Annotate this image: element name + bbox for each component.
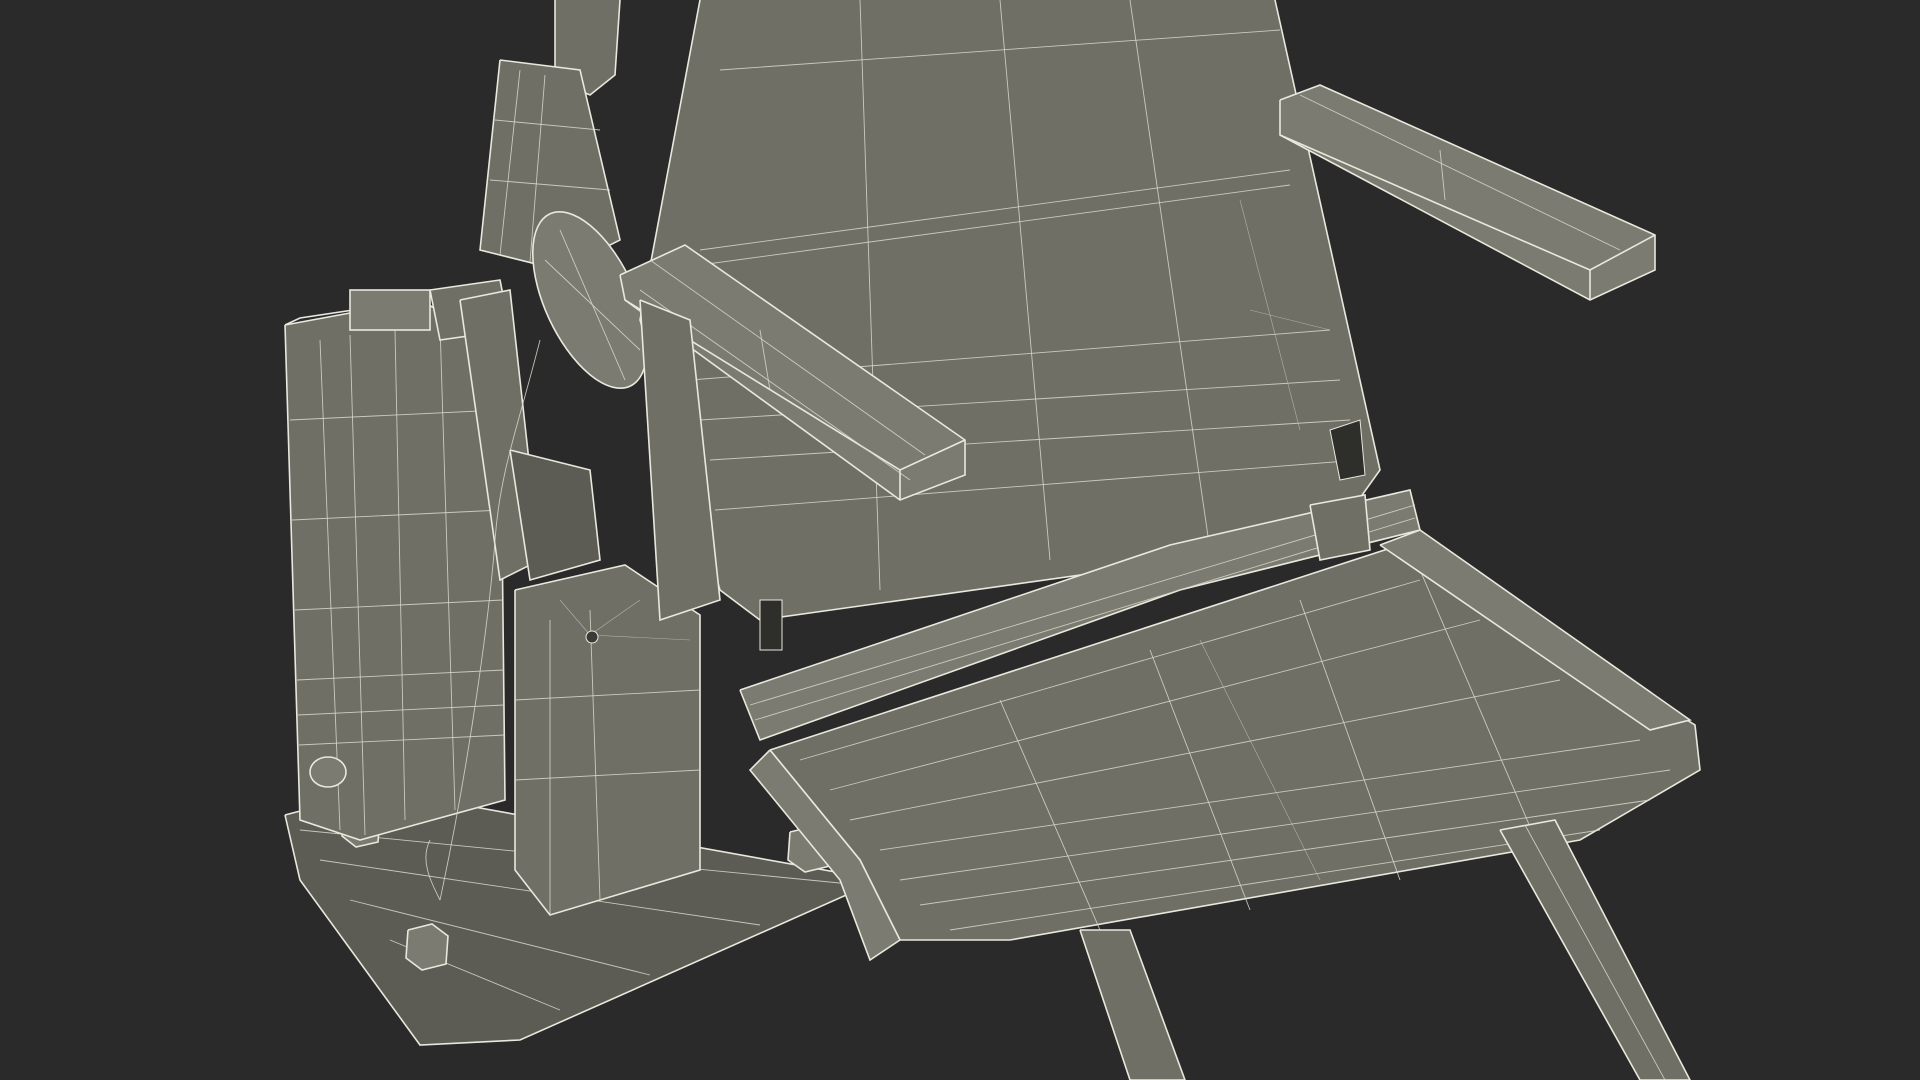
bolt [405, 923, 449, 971]
wireframe-render [284, 0, 1701, 1080]
render-viewport [0, 0, 1920, 1080]
pedestal [514, 564, 701, 916]
armrest-right [1279, 84, 1656, 301]
seat-leg [1079, 929, 1186, 1080]
seat-leg [1499, 819, 1691, 1080]
knob [309, 756, 347, 788]
